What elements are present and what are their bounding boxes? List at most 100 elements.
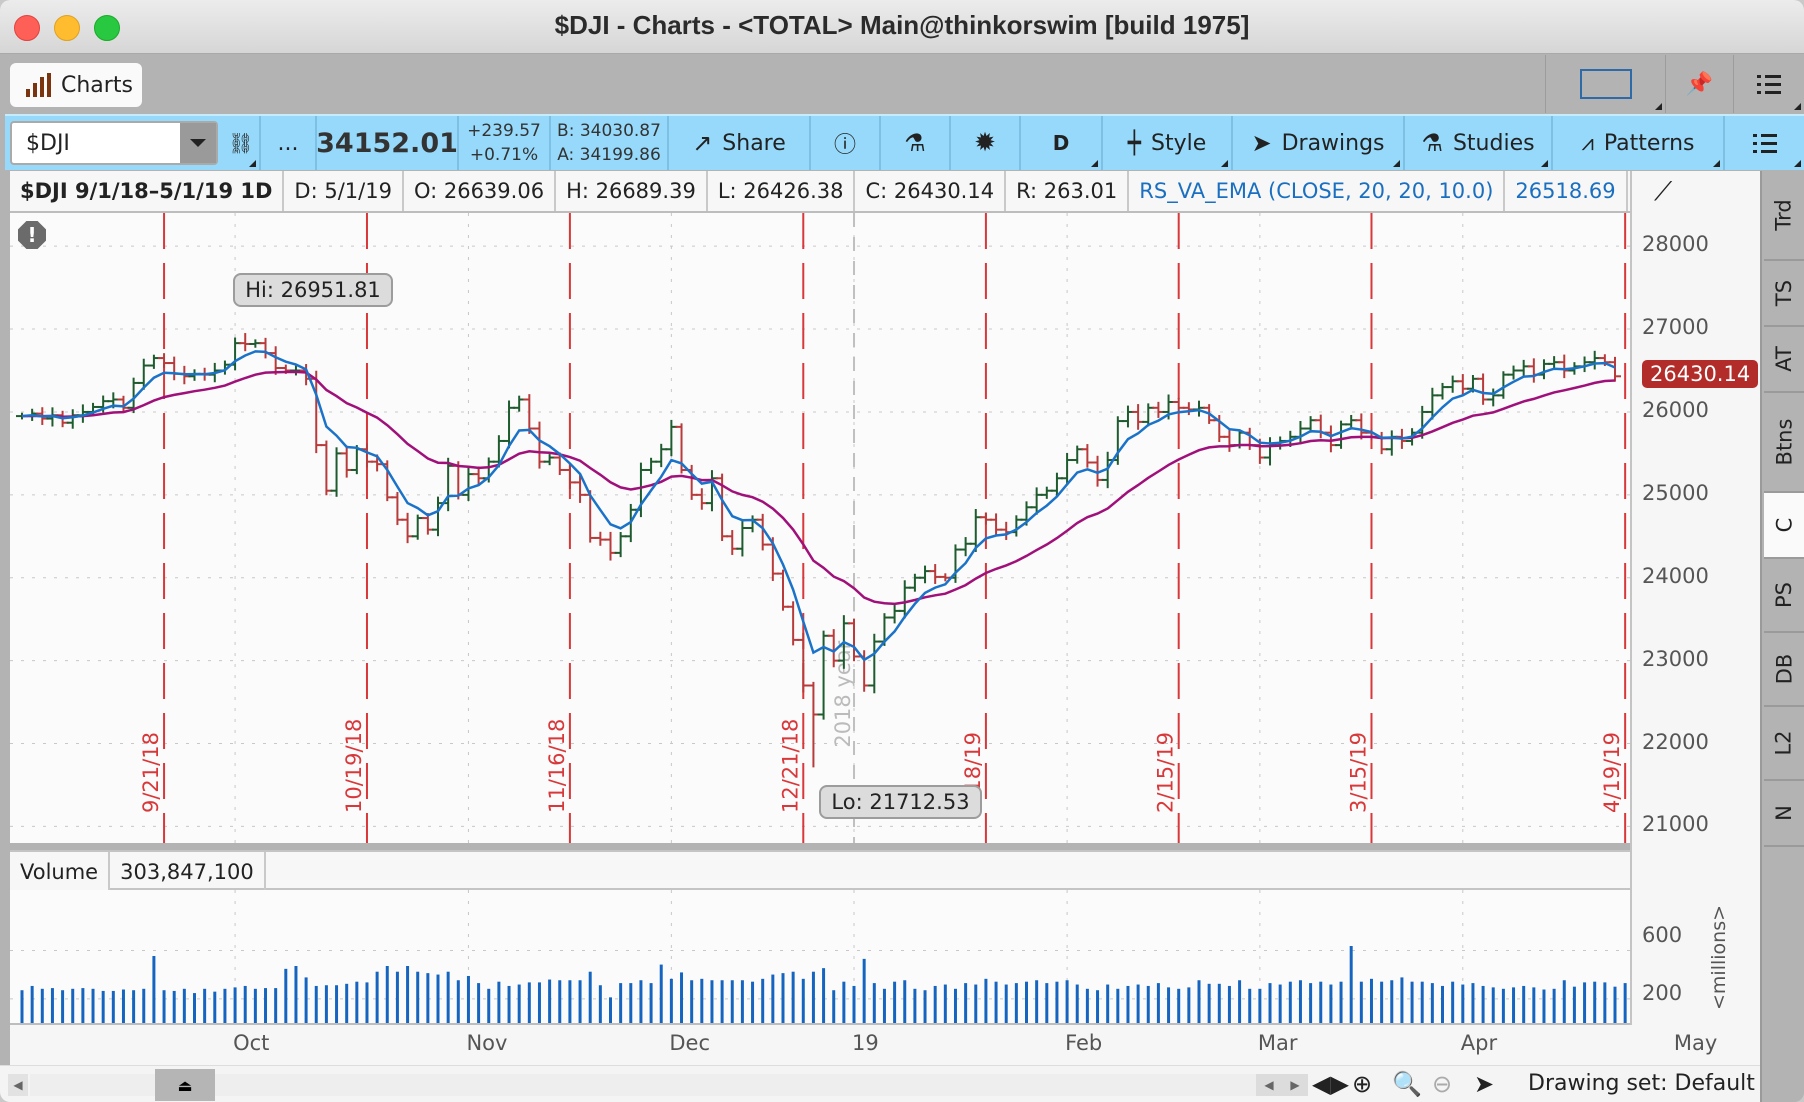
gear-icon: ✹: [974, 128, 996, 158]
pct-change: +0.71%: [469, 145, 539, 165]
event-line-label: 11/16/18: [545, 719, 569, 813]
volume-label: Volume: [10, 852, 111, 892]
side-tab-ps[interactable]: PS: [1764, 559, 1804, 633]
side-tab-at[interactable]: AT: [1764, 327, 1804, 393]
side-tab-ts[interactable]: TS: [1764, 261, 1804, 327]
side-panel-tabs: Trd TS AT Btns C PS DB L2 N: [1760, 171, 1804, 1102]
side-tab-btns[interactable]: Btns: [1764, 393, 1804, 493]
price-tick-label: 24000: [1642, 563, 1709, 588]
volume-axis: 600 200: [1630, 843, 1760, 1025]
zoom-in-icon[interactable]: 🔍: [1392, 1070, 1422, 1098]
window-menu-button[interactable]: [1733, 55, 1804, 113]
style-label: Style: [1150, 130, 1207, 156]
app-window: $DJI - Charts - <TOTAL> Main@thinkorswim…: [0, 0, 1804, 1102]
scroll-arrows[interactable]: ◀ ▶: [1256, 1074, 1308, 1096]
axis-settings-icon[interactable]: ⟋: [1654, 177, 1672, 208]
price-axis[interactable]: ⟋ 21000 22000 23000 24000 25000 26000 27000 280…: [1630, 171, 1760, 843]
cursor-icon: ➤: [1251, 129, 1272, 157]
scroll-thumb[interactable]: ⏏: [155, 1069, 215, 1101]
pattern-icon: ⩘: [1581, 130, 1594, 156]
aggregation-button[interactable]: D: [1021, 116, 1103, 170]
pan-icon[interactable]: ◀▶: [1312, 1070, 1349, 1098]
more-button[interactable]: ...: [261, 116, 317, 170]
side-tab-n[interactable]: N: [1764, 781, 1804, 847]
time-axis-label: Apr: [1460, 1031, 1498, 1055]
info-button[interactable]: ⓘ: [811, 116, 881, 170]
info-icon: ⓘ: [833, 133, 856, 158]
layout-button[interactable]: [1545, 55, 1665, 113]
candlestick-icon: ┿: [1127, 130, 1141, 156]
pin-icon: 📌: [1685, 71, 1714, 97]
patterns-button[interactable]: ⩘ Patterns: [1553, 116, 1725, 170]
side-tab-label: PS: [1772, 582, 1796, 608]
scroll-right-icon[interactable]: ▶: [1290, 1078, 1299, 1092]
menu-icon: [1757, 74, 1781, 94]
link-icon: ⛓: [228, 131, 254, 155]
share-icon: ↗: [692, 129, 713, 157]
high-callout: Hi: 26951.81: [233, 273, 393, 308]
side-tab-l2[interactable]: L2: [1764, 707, 1804, 781]
ask-value: A: 34199.86: [557, 145, 661, 165]
volume-tick-200: 200: [1642, 981, 1683, 1005]
aggregation-label: D: [1052, 131, 1070, 155]
patterns-label: Patterns: [1603, 130, 1695, 156]
bar-date: D: 5/1/19: [284, 171, 404, 211]
event-line-label: 4/19/19: [1600, 732, 1624, 813]
side-tab-label: AT: [1771, 346, 1796, 372]
pin-button[interactable]: 📌: [1665, 55, 1733, 113]
side-tab-trd[interactable]: Trd: [1764, 171, 1804, 261]
symbol-dropdown-button[interactable]: [180, 123, 216, 163]
symbol-input[interactable]: $DJI: [26, 131, 70, 156]
bar-low: L: 26426.38: [708, 171, 856, 211]
studies-button[interactable]: ⚗ Studies: [1405, 116, 1553, 170]
tab-charts[interactable]: Charts: [10, 63, 142, 107]
share-button[interactable]: ↗ Share: [669, 116, 811, 170]
time-axis-label: May: [1673, 1031, 1718, 1055]
symbol-selector[interactable]: $DJI: [10, 121, 218, 165]
volume-header: Volume 303,847,100: [10, 850, 1630, 892]
bid-value: B: 34030.87: [557, 121, 661, 141]
volume-value: 303,847,100: [110, 852, 266, 892]
drawings-button[interactable]: ➤ Drawings: [1233, 116, 1405, 170]
side-tab-label: C: [1771, 517, 1796, 533]
price-chart-svg: 2018 year9/21/18 10/19/18 11/16/18 12/21/18…: [10, 213, 1677, 843]
side-tab-label: N: [1772, 805, 1796, 821]
time-axis-label: Nov: [466, 1031, 508, 1055]
status-bar: ◀ ⏏ ◀ ▶ ◀▶ ⊕ 🔍 ⊖ ➤ Drawing set: Default: [0, 1065, 1760, 1102]
crosshair-icon[interactable]: ⊕: [1352, 1070, 1372, 1098]
last-price: 34152.01: [316, 116, 459, 170]
price-tick-label: 27000: [1642, 315, 1709, 340]
drawing-set-selector[interactable]: Drawing set: Default: [1528, 1071, 1755, 1096]
style-button[interactable]: ┿ Style: [1103, 116, 1233, 170]
time-axis-label: Feb: [1065, 1031, 1103, 1055]
bid-ask-display: B: 34030.87 A: 34199.86: [551, 116, 669, 170]
event-line-label: 12/21/18: [778, 719, 802, 813]
settings-button[interactable]: ✹: [951, 116, 1021, 170]
side-tab-c[interactable]: C: [1764, 493, 1804, 559]
studies-label: Studies: [1452, 130, 1535, 156]
bar-high: H: 26689.39: [556, 171, 708, 211]
price-tick-label: 22000: [1642, 729, 1709, 754]
flask-button[interactable]: ⚗: [881, 116, 951, 170]
toolbar-menu-button[interactable]: [1725, 116, 1804, 170]
zoom-out-icon[interactable]: ⊖: [1432, 1070, 1452, 1098]
side-tab-db[interactable]: DB: [1764, 633, 1804, 707]
ema-fast-line: [21, 350, 1616, 662]
volume-chart[interactable]: [10, 890, 1698, 1025]
last-price-value: 34152.01: [316, 127, 458, 159]
scroll-left-icon[interactable]: ◀: [1264, 1078, 1273, 1092]
ema-slow-line: [21, 370, 1616, 606]
tab-bar: Charts 📌: [0, 55, 1804, 113]
volume-chart-svg: [10, 890, 1698, 1023]
window-title: $DJI - Charts - <TOTAL> Main@thinkorswim…: [554, 10, 1250, 40]
pointer-icon[interactable]: ➤: [1474, 1070, 1494, 1098]
bar-chart-icon: [26, 73, 51, 97]
price-tick-label: 25000: [1642, 480, 1709, 505]
time-axis[interactable]: Oct Nov Dec 19 Feb Mar Apr May: [10, 1025, 1760, 1065]
change-display: +239.57 +0.71%: [459, 116, 551, 170]
link-button[interactable]: ⛓: [223, 116, 261, 170]
price-chart[interactable]: 2018 year 9/21/18 10/19/18 11/16/18 12/21/18…: [10, 213, 1677, 843]
expand-icon: ⏏: [177, 1075, 193, 1095]
scroll-left-button[interactable]: ◀: [8, 1074, 28, 1096]
study-name[interactable]: RS_VA_EMA (CLOSE, 20, 20, 10.0): [1129, 171, 1506, 211]
